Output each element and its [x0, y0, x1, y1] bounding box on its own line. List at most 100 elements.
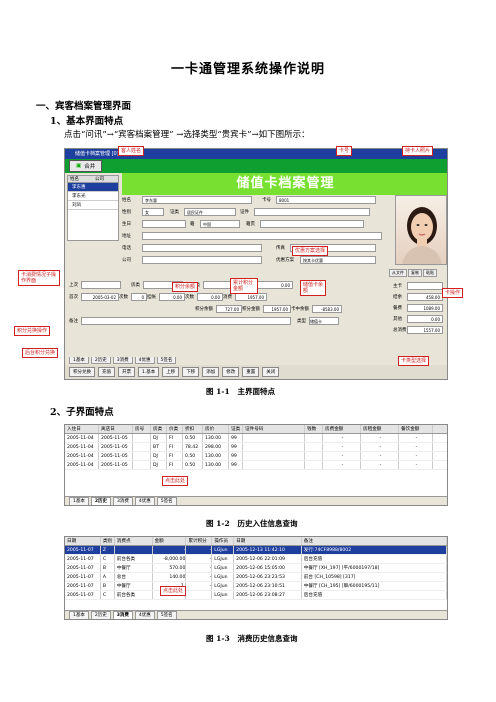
name-field[interactable]: 李东惠 [142, 196, 252, 204]
points-balance-label: 积分余额 [195, 307, 213, 312]
guest-list[interactable]: 姓名 公司 李东惠 李东光 刘凤 [67, 175, 119, 241]
close-button[interactable]: 关闭 [262, 367, 280, 377]
cell: 298.00 [203, 443, 229, 451]
card-number-field[interactable]: 8001 [276, 196, 376, 204]
add-button[interactable]: 添加 [202, 367, 220, 377]
cell [133, 452, 151, 460]
company-field[interactable] [142, 256, 262, 264]
times-label: 次数 [119, 295, 128, 300]
callout-points-balance: 积分余额 [172, 282, 199, 292]
address-field[interactable] [142, 232, 382, 240]
callout-holder-photo: 持卡人照片 [402, 146, 434, 156]
cell: 0.50 [183, 461, 203, 469]
bottom-toolbar: 积分兑换 充值 开票 1.基本 上移 下移 添加 修改 重置 关闭 [65, 365, 447, 379]
table-row[interactable]: 2005-11-07C前台各类-8LGJun2005-12-06 23:08:2… [65, 591, 447, 600]
type-label: 类型 [297, 319, 306, 324]
cell: 130.00 [203, 452, 229, 460]
remark-field[interactable] [81, 317, 291, 325]
cell [243, 461, 305, 469]
merge-button[interactable]: ▣ 合并 [69, 160, 103, 172]
tab-discount[interactable]: 4优惠 [134, 610, 155, 619]
tab-history[interactable]: 2历史 [90, 610, 111, 619]
reset-button[interactable]: 重置 [242, 367, 260, 377]
document-title: 一卡通管理系统操作说明 [170, 62, 325, 77]
cell: 570.00 [153, 564, 187, 572]
cell: 2005-11-04 [65, 461, 99, 469]
table-row[interactable]: 2005-11-04 2005-11-05 DJ FI 0.50 130.00 99- - - [65, 434, 447, 443]
callout-bg-points: 后台积分兑换 [22, 348, 59, 358]
card-type-select[interactable]: 储值卡 [309, 317, 339, 325]
tab-history[interactable]: 2历史 [90, 496, 112, 505]
table-row[interactable]: 2005-11-07 C 前台各类 -8,000.00- LGJun 2005-12-06… [65, 555, 447, 564]
gender-select[interactable]: 女 [142, 208, 164, 216]
history-table-window: 入住日 离店日 房号 房类 价类 折扣 房价 证类 证件号码 钱数 房费金额 房… [64, 424, 448, 506]
cell: B [101, 564, 115, 572]
phone-field[interactable] [142, 244, 262, 252]
col-header: 日期 [65, 537, 101, 545]
photo-copy-button[interactable]: 复制 [408, 269, 422, 277]
birthday-field[interactable] [142, 220, 186, 228]
table-row[interactable]: 2005-11-07 Z - - LGJun 2005-12-13 11:42:10 发行:… [65, 546, 447, 555]
plan-select[interactable]: 按其卡优惠 [300, 256, 376, 264]
consumption-table-header: 日期 类别 消费点 金额 累计积分 操作员 日期 备注 [65, 537, 447, 546]
cell: - [186, 555, 213, 563]
tab-consumption[interactable]: 3消费 [112, 357, 133, 364]
cell: - [186, 582, 213, 590]
summary-value: 1557.00 [407, 326, 443, 334]
cell: LGJun [212, 573, 235, 581]
tab-discount[interactable]: 4优惠 [134, 357, 155, 364]
tab-strip: 1基本 2历史 3消费 4优惠 5签名 [65, 610, 447, 619]
figure-title: 主界面特点 [237, 387, 276, 396]
tab-signature[interactable]: 5签名 [156, 610, 177, 619]
list-item[interactable]: 李东惠 [68, 183, 118, 192]
table-row[interactable]: 2005-11-04 2005-11-05 DJ FI 0.50 130.00 99- - - [65, 452, 447, 461]
cell: BT [151, 443, 167, 451]
table-row[interactable]: 2005-11-04 2005-11-05 BT FI 78.42 298.00 99- - - [65, 443, 447, 452]
view-select[interactable]: 1.基本 [138, 367, 160, 377]
list-item[interactable]: 刘凤 [68, 201, 118, 210]
tab-basic[interactable]: 1基本 [69, 610, 89, 619]
idtype-select[interactable]: 居民证件 [184, 208, 236, 216]
table-row[interactable]: 2005-11-04 2005-11-05 DJ FI 0.50 130.00 99- - - [65, 461, 447, 470]
spend-value: 1957.00 [235, 293, 267, 301]
table-row[interactable]: 2005-11-07B中餐厅1,-LGJun2005-12-06 23:10:5… [65, 582, 447, 591]
callout-stored-balance: 储值卡余额 [300, 280, 326, 296]
table-row[interactable]: 2005-11-07 B 中餐厅 570.00- LGJun 2005-12-06 15:… [65, 564, 447, 573]
points-redeem-button[interactable]: 积分兑换 [69, 367, 95, 377]
roomtype-label: 房类 [131, 283, 140, 288]
cell: 2005-12-06 15:05:00 [234, 564, 302, 572]
cell: Z [101, 546, 115, 554]
callout-card-number: 卡号 [336, 146, 353, 156]
intro-paragraph: 点击“问讯”→“宾客档案管理” →选择类型“贵宾卡”→如下图所示： [64, 130, 310, 140]
photo-from-file-button[interactable]: 从文件 [389, 269, 407, 277]
tab-basic[interactable]: 1基本 [69, 496, 89, 505]
edit-button[interactable]: 修改 [222, 367, 240, 377]
table-row[interactable]: 2005-11-07 A 总台 140.00- LGJun 2005-12-06 23:2… [65, 573, 447, 582]
tab-discount[interactable]: 4优惠 [134, 496, 155, 505]
photo-paste-button[interactable]: 粘贴 [423, 269, 437, 277]
tab-consumption[interactable]: 3消费 [113, 496, 133, 505]
tab-history[interactable]: 2历史 [90, 357, 111, 364]
cell: C [101, 591, 115, 599]
invoice-button[interactable]: 开票 [118, 367, 135, 377]
cell: - [361, 452, 399, 460]
nation-select[interactable]: 中国 [200, 220, 240, 228]
tab-basic[interactable]: 1基本 [69, 357, 89, 364]
ethnic-label: 籍贯 [246, 222, 255, 227]
recharge-button[interactable]: 充值 [98, 367, 115, 377]
move-down-button[interactable]: 下移 [182, 367, 200, 377]
green-toolbar: ▣ 合并 [65, 159, 447, 173]
ethnic-field[interactable] [260, 220, 364, 228]
tab-consumption[interactable]: 3消费 [112, 610, 133, 619]
col-header: 钱数 [305, 425, 323, 433]
callout-guest-name: 客人姓名 [118, 146, 145, 156]
credit-value: 0.00 [159, 293, 185, 301]
idno-field[interactable] [254, 208, 370, 216]
tab-signature[interactable]: 5签名 [156, 496, 177, 505]
list-item[interactable]: 李东光 [68, 192, 118, 201]
figure-number: 图 1-2 [206, 519, 230, 528]
move-up-button[interactable]: 上移 [162, 367, 180, 377]
cell: - [399, 461, 433, 469]
history-table-header: 入住日 离店日 房号 房类 价类 折扣 房价 证类 证件号码 钱数 房费金额 房… [65, 425, 447, 434]
tab-signature[interactable]: 5签名 [156, 357, 177, 364]
